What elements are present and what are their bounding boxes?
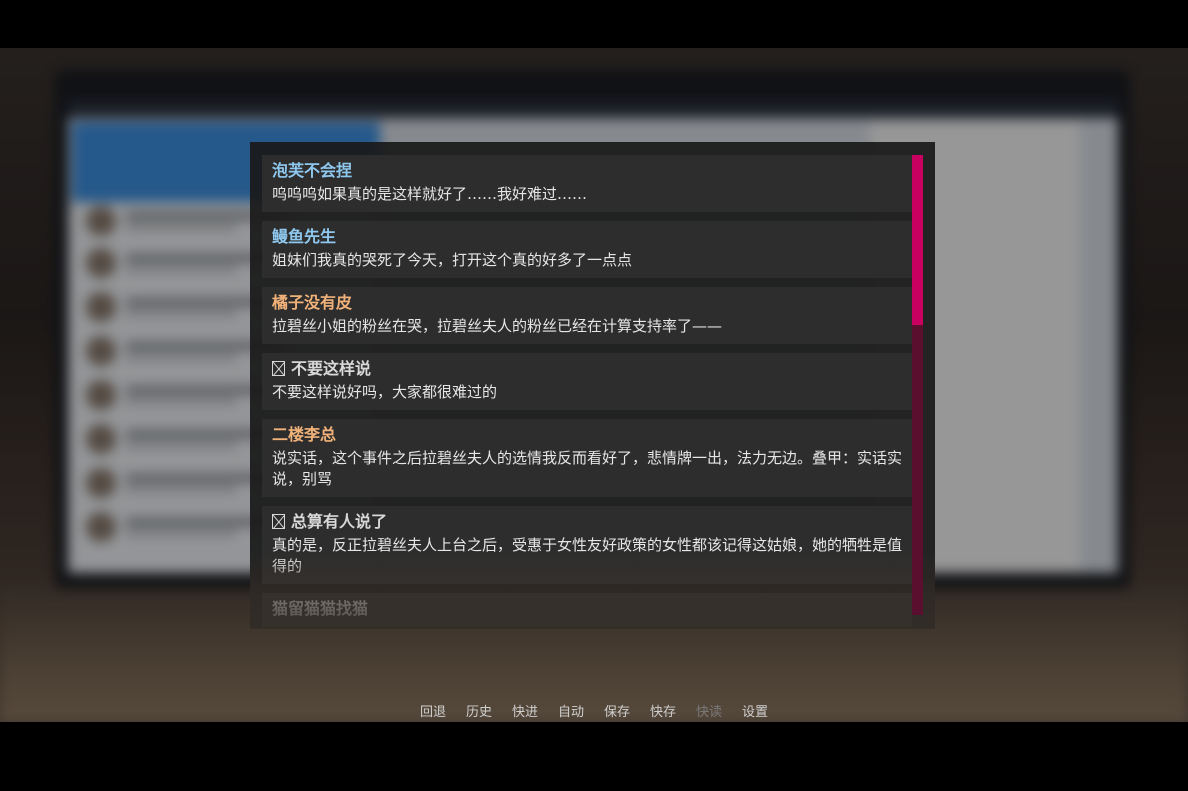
history-speaker-name: 猫留猫猫找猫 xyxy=(272,599,369,618)
history-text: 说实话，这个事件之后拉碧丝夫人的选情我反而看好了，悲情牌一出，法力无边。叠甲：实… xyxy=(272,449,903,488)
letterbox-top xyxy=(0,0,1188,48)
history-text: 呜呜呜如果真的是这样就好了……我好难过…… xyxy=(272,185,588,203)
history-scrollbar-thumb[interactable] xyxy=(912,155,923,325)
history-speaker: 鳗鱼先生 xyxy=(272,226,902,248)
crossed-box-icon xyxy=(272,514,285,529)
skip-button[interactable]: 快进 xyxy=(502,702,548,724)
back-button[interactable]: 回退 xyxy=(410,702,456,724)
history-list[interactable]: 泡芙不会捏 呜呜呜如果真的是这样就好了……我好难过…… 鳗鱼先生 姐妹们我真的哭… xyxy=(262,155,912,629)
history-entry: 不要这样说 不要这样说好吗，大家都很难过的 xyxy=(262,353,912,410)
history-speaker: 不要这样说 xyxy=(272,358,902,380)
crossed-box-icon xyxy=(272,361,285,376)
preferences-button[interactable]: 设置 xyxy=(732,702,778,724)
quick-load-button[interactable]: 快读 xyxy=(686,702,732,724)
history-entry: 二楼李总 说实话，这个事件之后拉碧丝夫人的选情我反而看好了，悲情牌一出，法力无边… xyxy=(262,419,912,497)
history-speaker-name: 总算有人说了 xyxy=(291,512,388,531)
auto-button[interactable]: 自动 xyxy=(548,702,594,724)
history-speaker: 猫留猫猫找猫 xyxy=(272,598,902,620)
history-entry: 泡芙不会捏 呜呜呜如果真的是这样就好了……我好难过…… xyxy=(262,155,912,212)
history-speaker: 二楼李总 xyxy=(272,424,902,446)
history-scrollbar[interactable] xyxy=(912,155,923,615)
history-text: 拉碧丝小姐的粉丝在哭，拉碧丝夫人的粉丝已经在计算支持率了—— xyxy=(272,317,723,335)
history-speaker: 泡芙不会捏 xyxy=(272,160,902,182)
quick-save-button[interactable]: 快存 xyxy=(640,702,686,724)
letterbox-bottom xyxy=(0,722,1188,791)
history-speaker-name: 橘子没有皮 xyxy=(272,293,353,312)
history-entry: 鳗鱼先生 姐妹们我真的哭死了今天，打开这个真的好多了一点点 xyxy=(262,221,912,278)
history-speaker-name: 鳗鱼先生 xyxy=(272,227,337,246)
history-text: 姐妹们我真的哭死了今天，打开这个真的好多了一点点 xyxy=(272,251,633,269)
history-speaker-name: 二楼李总 xyxy=(272,425,337,444)
history-speaker: 总算有人说了 xyxy=(272,511,902,533)
history-entry: 总算有人说了 真的是，反正拉碧丝夫人上台之后，受惠于女性友好政策的女性都该记得这… xyxy=(262,506,912,584)
history-speaker-name: 不要这样说 xyxy=(291,359,372,378)
history-speaker-name: 泡芙不会捏 xyxy=(272,161,353,180)
history-text: 真的是，反正拉碧丝夫人上台之后，受惠于女性友好政策的女性都该记得这姑娘，她的牺牲… xyxy=(272,536,903,575)
history-panel: 泡芙不会捏 呜呜呜如果真的是这样就好了……我好难过…… 鳗鱼先生 姐妹们我真的哭… xyxy=(250,142,935,629)
history-button[interactable]: 历史 xyxy=(456,702,502,724)
history-speaker: 橘子没有皮 xyxy=(272,292,902,314)
history-entry: 橘子没有皮 拉碧丝小姐的粉丝在哭，拉碧丝夫人的粉丝已经在计算支持率了—— xyxy=(262,287,912,344)
quick-menu: 回退 历史 快进 自动 保存 快存 快读 设置 xyxy=(0,702,1188,724)
history-entry: 猫留猫猫找猫 xyxy=(262,593,912,627)
history-text: 不要这样说好吗，大家都很难过的 xyxy=(272,383,498,401)
save-button[interactable]: 保存 xyxy=(594,702,640,724)
